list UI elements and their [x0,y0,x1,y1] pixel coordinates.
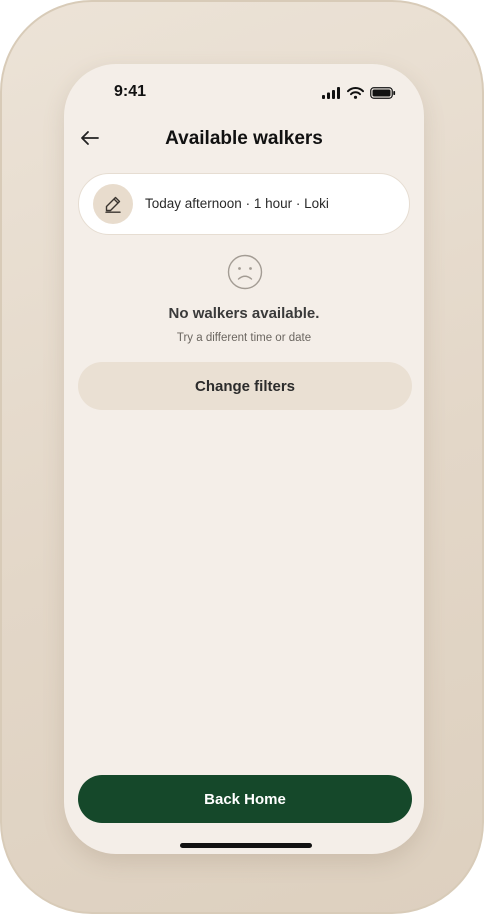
status-bar: 9:41 [64,64,424,122]
change-filters-button[interactable]: Change filters [78,362,412,410]
filter-summary-text: Today afternoon · 1 hour · Loki [145,196,329,211]
phone-frame: 9:41 Available walkers Today afternoon ·… [0,0,484,914]
status-icons [322,87,396,99]
battery-icon [370,87,396,99]
signal-icon [322,87,340,99]
page-title: Available walkers [165,128,323,149]
back-home-button[interactable]: Back Home [78,775,412,823]
empty-state-title: No walkers available. [168,305,320,322]
edit-button[interactable] [93,184,133,224]
home-indicator [180,843,312,848]
app-screen: 9:41 Available walkers Today afternoon ·… [64,64,424,854]
wifi-icon [347,87,364,99]
status-time: 9:41 [114,83,147,100]
empty-state-subtitle: Try a different time or date [176,332,312,344]
sad-face-icon [227,254,263,290]
pencil-icon [105,196,121,213]
header: Available walkers [64,122,424,158]
filter-summary-card[interactable]: Today afternoon · 1 hour · Loki [78,173,410,235]
